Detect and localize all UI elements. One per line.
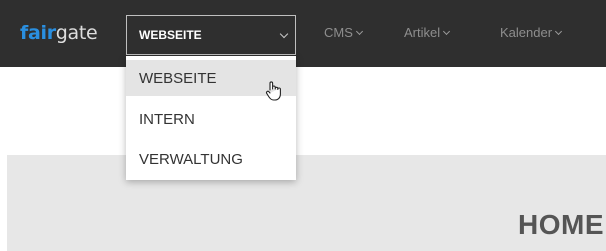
- section-select-value: WEBSEITE: [139, 28, 202, 42]
- page-header-band: [7, 155, 606, 251]
- section-select[interactable]: WEBSEITE: [126, 15, 296, 55]
- page-title: HOME: [518, 209, 604, 240]
- top-navigation-bar: fairgate WEBSEITE CMS Artikel Kalender: [0, 0, 606, 67]
- chevron-down-icon: [443, 27, 451, 36]
- dropdown-option-label: VERWALTUNG: [139, 151, 243, 168]
- hand-pointer-cursor-icon: [265, 81, 281, 101]
- nav-item-label: Artikel: [404, 25, 441, 40]
- dropdown-option-intern[interactable]: INTERN: [126, 101, 296, 137]
- section-dropdown-menu: WEBSEITE INTERN VERWALTUNG: [126, 56, 296, 180]
- nav-item-artikel[interactable]: Artikel: [404, 25, 451, 40]
- logo-part-fair: fair: [20, 22, 56, 44]
- nav-item-cms[interactable]: CMS: [324, 25, 363, 40]
- nav-item-label: Kalender: [500, 25, 553, 40]
- dropdown-option-label: WEBSEITE: [139, 70, 217, 87]
- chevron-down-icon: [279, 29, 289, 39]
- dropdown-option-verwaltung[interactable]: VERWALTUNG: [126, 141, 296, 177]
- nav-item-kalender[interactable]: Kalender: [500, 25, 563, 40]
- nav-item-label: CMS: [324, 25, 353, 40]
- logo-part-gate: gate: [55, 22, 98, 44]
- dropdown-option-label: INTERN: [139, 111, 195, 128]
- chevron-down-icon: [555, 27, 563, 36]
- chevron-down-icon: [355, 27, 363, 36]
- fairgate-logo[interactable]: fairgate: [20, 22, 98, 44]
